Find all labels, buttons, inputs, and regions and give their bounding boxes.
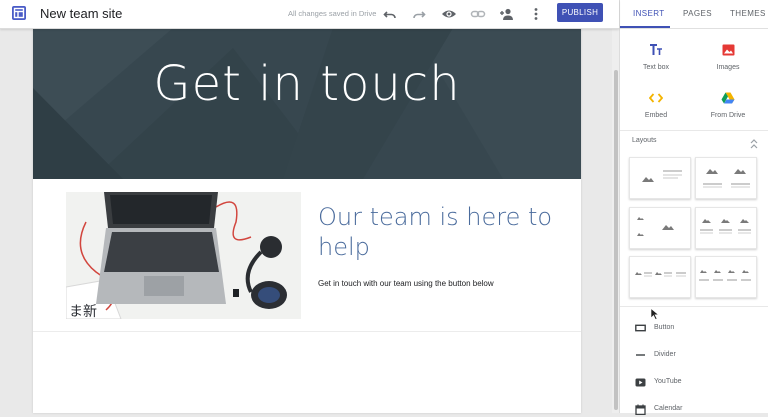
tab-insert[interactable]: INSERT: [633, 9, 665, 18]
calendar-icon: [634, 403, 646, 415]
laptop-photo[interactable]: ま新: [66, 192, 301, 319]
section-heading[interactable]: Our team is here to help: [318, 202, 558, 262]
insert-divider[interactable]: Divider: [634, 349, 754, 363]
panel-tabs: INSERT PAGES THEMES: [620, 0, 768, 29]
undo-icon[interactable]: [381, 5, 399, 23]
share-icon[interactable]: [498, 5, 516, 23]
insert-panel: INSERT PAGES THEMES Text box Images Embe…: [619, 0, 768, 415]
active-tab-indicator: [620, 26, 670, 28]
button-icon: [634, 322, 646, 334]
top-bar: New team site All changes saved in Drive: [0, 0, 619, 29]
insert-calendar[interactable]: Calendar: [634, 403, 754, 417]
preview-icon[interactable]: [440, 5, 458, 23]
youtube-icon: [634, 376, 646, 388]
insert-button[interactable]: Button: [634, 322, 754, 336]
save-status: All changes saved in Drive: [288, 9, 377, 18]
tab-pages[interactable]: PAGES: [683, 9, 712, 18]
layout-three-images[interactable]: [695, 207, 757, 249]
layout-three-columns[interactable]: [629, 256, 691, 298]
section-body[interactable]: Get in touch with our team using the but…: [318, 279, 558, 288]
layout-four-images[interactable]: [695, 256, 757, 298]
image-icon: [722, 42, 735, 58]
tab-themes[interactable]: THEMES: [730, 9, 766, 18]
header-banner[interactable]: Get in touch: [33, 28, 581, 179]
embed-icon: [649, 90, 663, 106]
drive-icon: [721, 90, 735, 106]
layouts-label: Layouts: [632, 137, 657, 144]
panel-divider: [620, 130, 768, 131]
header-title[interactable]: Get in touch: [33, 56, 581, 112]
redo-icon[interactable]: [410, 5, 428, 23]
section-divider: [33, 331, 581, 332]
insert-images[interactable]: Images: [698, 42, 758, 82]
page-canvas: Get in touch ま新 Our team is here to help: [33, 28, 581, 413]
site-title[interactable]: New team site: [40, 6, 122, 21]
layout-image-text[interactable]: [629, 157, 691, 199]
photo-caption-text: ま新: [69, 304, 97, 319]
layout-two-images[interactable]: [695, 157, 757, 199]
insert-text-box[interactable]: Text box: [626, 42, 686, 82]
canvas-scrollbar-thumb[interactable]: [614, 70, 618, 410]
layout-image-grid[interactable]: [629, 207, 691, 249]
sites-logo-icon[interactable]: [12, 6, 26, 20]
insert-from-drive[interactable]: From Drive: [698, 90, 758, 130]
more-vert-icon[interactable]: [527, 5, 545, 23]
text-box-icon: [649, 42, 663, 58]
insert-youtube[interactable]: YouTube: [634, 376, 754, 390]
collapse-icon[interactable]: [750, 136, 758, 149]
link-icon[interactable]: [469, 5, 487, 23]
insert-embed[interactable]: Embed: [626, 90, 686, 130]
divider-icon: [634, 349, 646, 361]
panel-divider: [620, 306, 768, 307]
publish-button[interactable]: PUBLISH: [557, 3, 603, 22]
mouse-cursor-icon: [650, 307, 660, 320]
